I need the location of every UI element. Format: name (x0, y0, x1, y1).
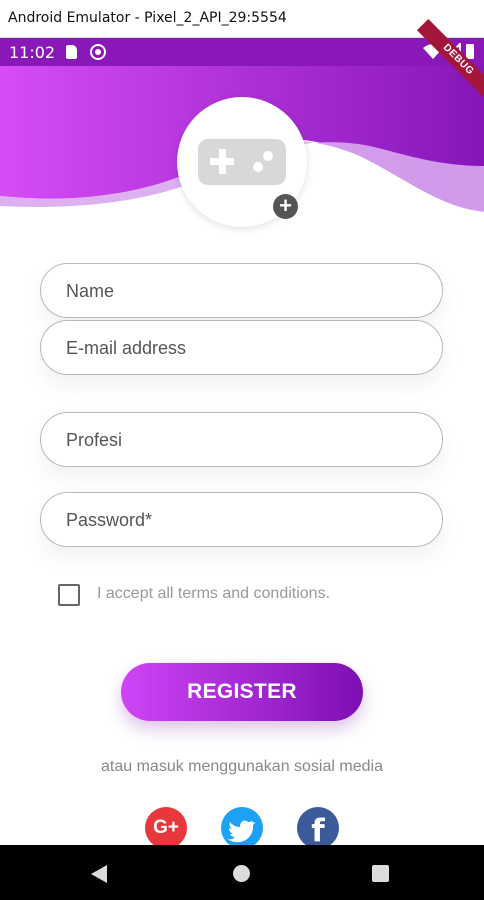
social-login-caption: atau masuk menggunakan sosial media (101, 758, 383, 775)
terms-checkbox[interactable] (58, 584, 80, 606)
emulator-title-bar: Android Emulator - Pixel_2_API_29:5554 (0, 0, 484, 38)
profession-input[interactable] (64, 413, 418, 468)
facebook-button[interactable]: f (297, 807, 339, 849)
sd-card-icon (66, 45, 77, 59)
twitter-icon (227, 820, 255, 843)
battery-icon (466, 44, 474, 59)
password-field[interactable] (40, 492, 443, 548)
terms-label[interactable]: I accept all terms and conditions. (97, 585, 330, 603)
android-nav-bar (0, 845, 484, 900)
twitter-button[interactable] (221, 807, 263, 849)
back-triangle-icon[interactable] (91, 865, 107, 883)
profession-field[interactable] (40, 412, 443, 468)
register-button[interactable]: REGISTER (121, 663, 363, 721)
add-photo-icon[interactable]: + (273, 194, 298, 219)
name-input[interactable] (64, 264, 418, 319)
name-field[interactable] (40, 263, 443, 319)
home-circle-icon[interactable] (233, 865, 250, 882)
window-title: Android Emulator - Pixel_2_API_29:5554 (8, 10, 287, 26)
recents-square-icon[interactable] (372, 865, 389, 882)
status-time: 11:02 (9, 43, 56, 62)
status-bar: 11:02 (0, 38, 484, 66)
gamepad-icon (198, 139, 286, 185)
vpn-icon (90, 44, 106, 60)
email-input[interactable] (64, 321, 418, 376)
password-input[interactable] (64, 493, 418, 548)
email-field[interactable] (40, 320, 443, 376)
avatar-picker[interactable]: + (177, 97, 307, 227)
google-plus-button[interactable]: G+ (145, 807, 187, 849)
